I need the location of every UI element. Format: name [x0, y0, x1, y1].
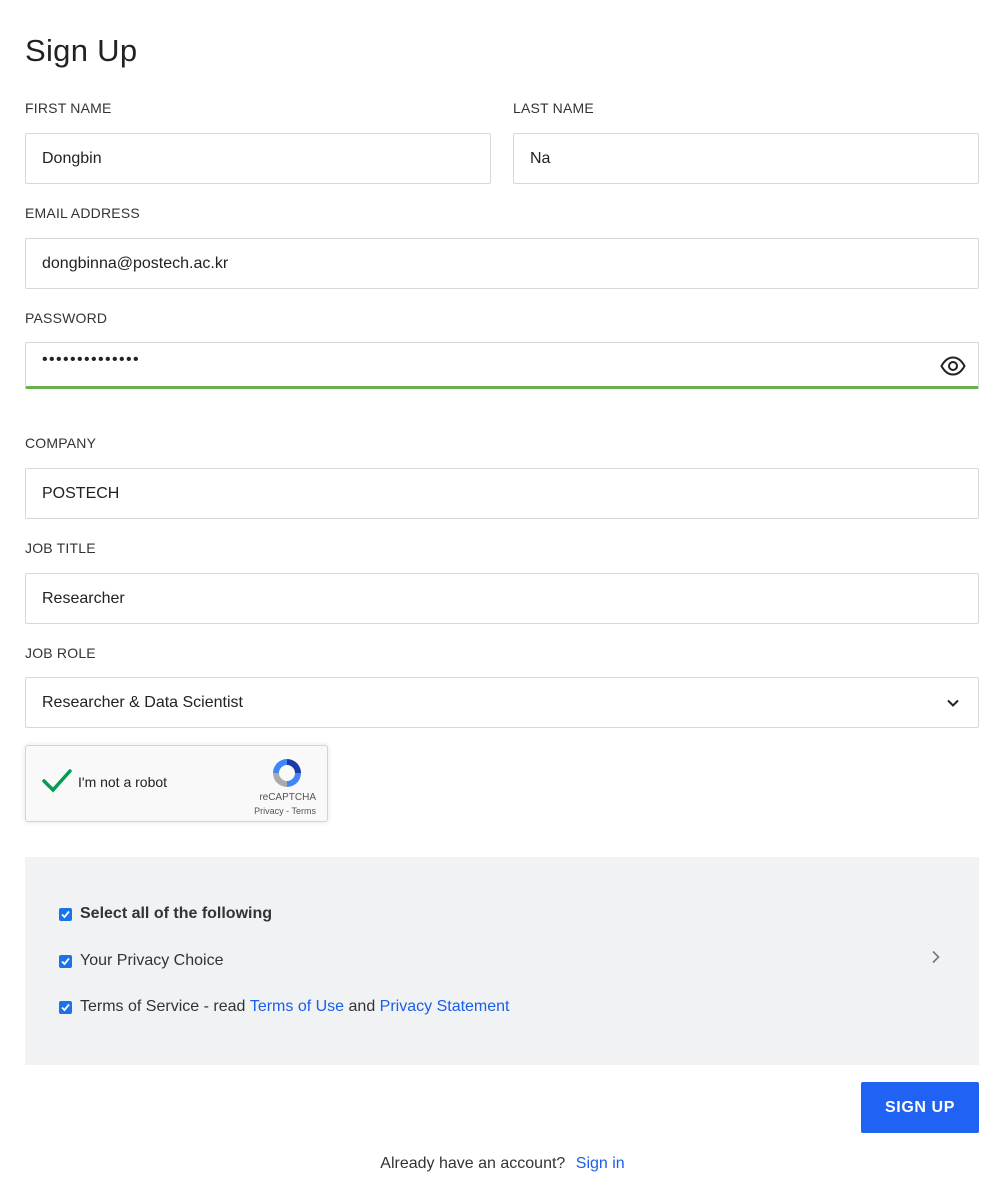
eye-icon[interactable] — [940, 356, 966, 376]
privacy-choice-row: Your Privacy Choice — [59, 952, 223, 970]
sign-up-button[interactable]: SIGN UP — [861, 1082, 979, 1133]
recaptcha-brand: reCAPTCHA — [259, 792, 316, 803]
privacy-choice-checkbox[interactable] — [59, 954, 72, 968]
email-label: EMAIL ADDRESS — [25, 205, 140, 221]
company-label: COMPANY — [25, 435, 97, 451]
terms-and: and — [344, 998, 380, 1015]
select-all-row: Select all of the following — [59, 905, 272, 923]
company-input[interactable] — [25, 468, 979, 519]
job-role-select[interactable]: Researcher & Data Scientist — [25, 677, 979, 728]
privacy-choice-label: Your Privacy Choice — [80, 952, 224, 969]
first-name-input[interactable] — [25, 133, 491, 184]
password-mask: •••••••••••••• — [42, 351, 141, 368]
password-input[interactable]: •••••••••••••• — [25, 342, 979, 389]
recaptcha-label: I'm not a robot — [78, 774, 168, 790]
recaptcha-widget[interactable]: I'm not a robot reCAPTCHA Privacy - Term… — [25, 745, 328, 822]
email-input[interactable] — [25, 238, 979, 289]
privacy-statement-link[interactable]: Privacy Statement — [380, 998, 510, 1016]
terms-of-use-link[interactable]: Terms of Use — [250, 998, 344, 1016]
sign-in-link[interactable]: Sign in — [576, 1155, 625, 1172]
last-name-input[interactable] — [513, 133, 979, 184]
first-name-label: FIRST NAME — [25, 100, 112, 116]
consent-panel: Select all of the following Your Privacy… — [25, 857, 979, 1065]
signin-prompt: Already have an account? Sign in — [0, 1155, 1005, 1173]
recaptcha-links[interactable]: Privacy - Terms — [206, 806, 316, 816]
check-icon — [42, 769, 72, 793]
terms-row: Terms of Service - read Terms of Use and… — [59, 998, 510, 1016]
select-all-label: Select all of the following — [80, 905, 273, 922]
page-title: Sign Up — [25, 33, 138, 68]
have-account-text: Already have an account? — [380, 1155, 566, 1172]
last-name-label: LAST NAME — [513, 100, 594, 116]
terms-checkbox[interactable] — [59, 1000, 72, 1014]
job-title-label: JOB TITLE — [25, 540, 96, 556]
job-role-value: Researcher & Data Scientist — [42, 694, 243, 711]
password-label: PASSWORD — [25, 310, 108, 326]
job-role-label: JOB ROLE — [25, 645, 96, 661]
recaptcha-logo-icon — [273, 759, 301, 787]
chevron-right-icon[interactable] — [931, 950, 941, 964]
job-title-input[interactable] — [25, 573, 979, 624]
terms-prefix: Terms of Service - read — [80, 998, 250, 1015]
chevron-down-icon — [947, 699, 959, 707]
select-all-checkbox[interactable] — [59, 907, 72, 921]
